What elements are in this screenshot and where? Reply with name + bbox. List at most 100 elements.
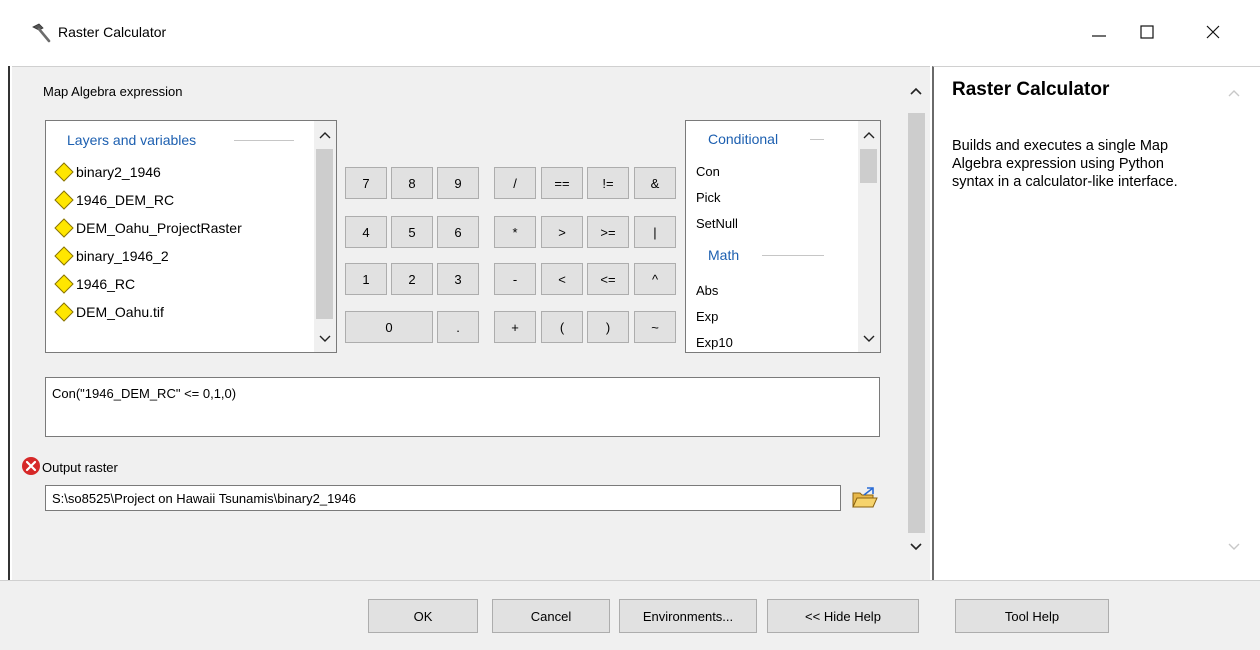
function-item-exp[interactable]: Exp — [696, 309, 718, 324]
key-1-button[interactable]: 1 — [345, 263, 387, 295]
header-divider — [810, 139, 824, 140]
diamond-icon — [54, 190, 74, 210]
layer-item-label: binary_1946_2 — [76, 248, 169, 264]
browse-button[interactable] — [849, 485, 879, 513]
hide-help-button[interactable]: << Hide Help — [767, 599, 919, 633]
conditional-group-header: Conditional — [708, 131, 779, 147]
multiply-button[interactable]: * — [494, 216, 536, 248]
function-item-setnull[interactable]: SetNull — [696, 216, 738, 231]
diamond-icon — [54, 162, 74, 182]
minimize-button[interactable] — [1076, 14, 1122, 50]
header-divider — [234, 140, 294, 141]
diamond-icon — [54, 274, 74, 294]
key-6-button[interactable]: 6 — [437, 216, 479, 248]
cancel-button[interactable]: Cancel — [492, 599, 610, 633]
less-than-button[interactable]: < — [541, 263, 583, 295]
functions-scroll-thumb[interactable] — [860, 149, 877, 183]
help-description: Builds and executes a single Map Algebra… — [952, 138, 1178, 190]
map-algebra-expression-label: Map Algebra expression — [43, 84, 183, 99]
minimize-icon — [1092, 35, 1106, 37]
key-decimal-button[interactable]: . — [437, 311, 479, 343]
layer-item-label: DEM_Oahu.tif — [76, 304, 164, 320]
add-button[interactable]: + — [494, 311, 536, 343]
key-0-button[interactable]: 0 — [345, 311, 433, 343]
functions-scrollbar[interactable] — [858, 121, 880, 352]
layers-and-variables-header: Layers and variables — [67, 132, 197, 148]
layer-item-binary-1946-2[interactable]: binary_1946_2 — [54, 245, 169, 267]
error-icon — [22, 457, 40, 475]
maximize-icon — [1140, 25, 1154, 39]
greater-than-button[interactable]: > — [541, 216, 583, 248]
layer-item-label: 1946_DEM_RC — [76, 192, 175, 208]
layer-item-dem-oahu-projectraster[interactable]: DEM_Oahu_ProjectRaster — [54, 217, 242, 239]
layers-and-variables-list[interactable]: Layers and variables binary2_1946 1946_D… — [45, 120, 337, 353]
title-bar: Raster Calculator — [0, 0, 1260, 66]
key-2-button[interactable]: 2 — [391, 263, 433, 295]
scroll-down-arrow-icon[interactable] — [908, 541, 924, 553]
tool-parameters-panel: Map Algebra expression Layers and variab… — [12, 66, 930, 581]
left-paren-button[interactable]: ( — [541, 311, 583, 343]
key-3-button[interactable]: 3 — [437, 263, 479, 295]
output-raster-input[interactable]: S:\so8525\Project on Hawaii Tsunamis\bin… — [45, 485, 841, 511]
dialog-footer: OK Cancel Environments... << Hide Help T… — [0, 580, 1260, 650]
window-title: Raster Calculator — [58, 24, 167, 40]
maximize-button[interactable] — [1124, 14, 1170, 50]
layer-item-binary2-1946[interactable]: binary2_1946 — [54, 161, 161, 183]
math-group-header: Math — [708, 247, 740, 263]
boolean-xor-button[interactable]: ^ — [634, 263, 676, 295]
right-paren-button[interactable]: ) — [587, 311, 629, 343]
not-equal-button[interactable]: != — [587, 167, 629, 199]
divide-button[interactable]: / — [494, 167, 536, 199]
scroll-down-arrow-icon[interactable] — [861, 333, 877, 345]
function-item-pick[interactable]: Pick — [696, 190, 721, 205]
layer-item-label: 1946_RC — [76, 276, 136, 292]
parameters-scroll-thumb[interactable] — [908, 113, 925, 533]
help-panel: Raster Calculator Builds and executes a … — [932, 66, 1260, 580]
key-8-button[interactable]: 8 — [391, 167, 433, 199]
open-folder-icon — [852, 487, 878, 508]
parameters-scrollbar[interactable] — [902, 67, 930, 581]
function-item-con[interactable]: Con — [696, 164, 720, 179]
close-button[interactable] — [1190, 14, 1236, 50]
layer-item-label: binary2_1946 — [76, 164, 161, 180]
equal-to-button[interactable]: == — [541, 167, 583, 199]
expression-textbox[interactable]: Con("1946_DEM_RC" <= 0,1,0) — [45, 377, 880, 437]
hammer-icon — [32, 23, 51, 43]
boolean-not-button[interactable]: ~ — [634, 311, 676, 343]
key-7-button[interactable]: 7 — [345, 167, 387, 199]
boolean-or-button[interactable]: | — [634, 216, 676, 248]
boolean-and-button[interactable]: & — [634, 167, 676, 199]
key-5-button[interactable]: 5 — [391, 216, 433, 248]
subtract-button[interactable]: - — [494, 263, 536, 295]
scroll-up-arrow-icon[interactable] — [908, 85, 924, 97]
layer-item-1946-rc[interactable]: 1946_RC — [54, 273, 135, 295]
greater-equal-button[interactable]: >= — [587, 216, 629, 248]
function-item-exp10[interactable]: Exp10 — [696, 335, 733, 350]
scroll-down-arrow-icon[interactable] — [1226, 541, 1242, 553]
layer-item-1946-dem-rc[interactable]: 1946_DEM_RC — [54, 189, 174, 211]
scroll-up-arrow-icon[interactable] — [317, 129, 333, 141]
scroll-down-arrow-icon[interactable] — [317, 333, 333, 345]
diamond-icon — [54, 302, 74, 322]
layers-scroll-thumb[interactable] — [316, 149, 333, 319]
function-item-abs[interactable]: Abs — [696, 283, 718, 298]
layers-scrollbar[interactable] — [314, 121, 336, 352]
less-equal-button[interactable]: <= — [587, 263, 629, 295]
header-divider — [762, 255, 824, 256]
layer-item-dem-oahu-tif[interactable]: DEM_Oahu.tif — [54, 301, 164, 323]
diamond-icon — [54, 218, 74, 238]
tool-help-button[interactable]: Tool Help — [955, 599, 1109, 633]
close-icon — [1206, 25, 1220, 39]
help-title: Raster Calculator — [952, 79, 1110, 100]
scroll-up-arrow-icon[interactable] — [861, 129, 877, 141]
functions-list[interactable]: Conditional Con Pick SetNull Math Abs Ex… — [685, 120, 881, 353]
layer-item-label: DEM_Oahu_ProjectRaster — [76, 220, 242, 236]
key-9-button[interactable]: 9 — [437, 167, 479, 199]
window-left-edge — [0, 66, 12, 650]
scroll-up-arrow-icon[interactable] — [1226, 87, 1242, 99]
output-raster-label: Output raster — [42, 460, 118, 475]
diamond-icon — [54, 246, 74, 266]
environments-button[interactable]: Environments... — [619, 599, 757, 633]
ok-button[interactable]: OK — [368, 599, 478, 633]
key-4-button[interactable]: 4 — [345, 216, 387, 248]
